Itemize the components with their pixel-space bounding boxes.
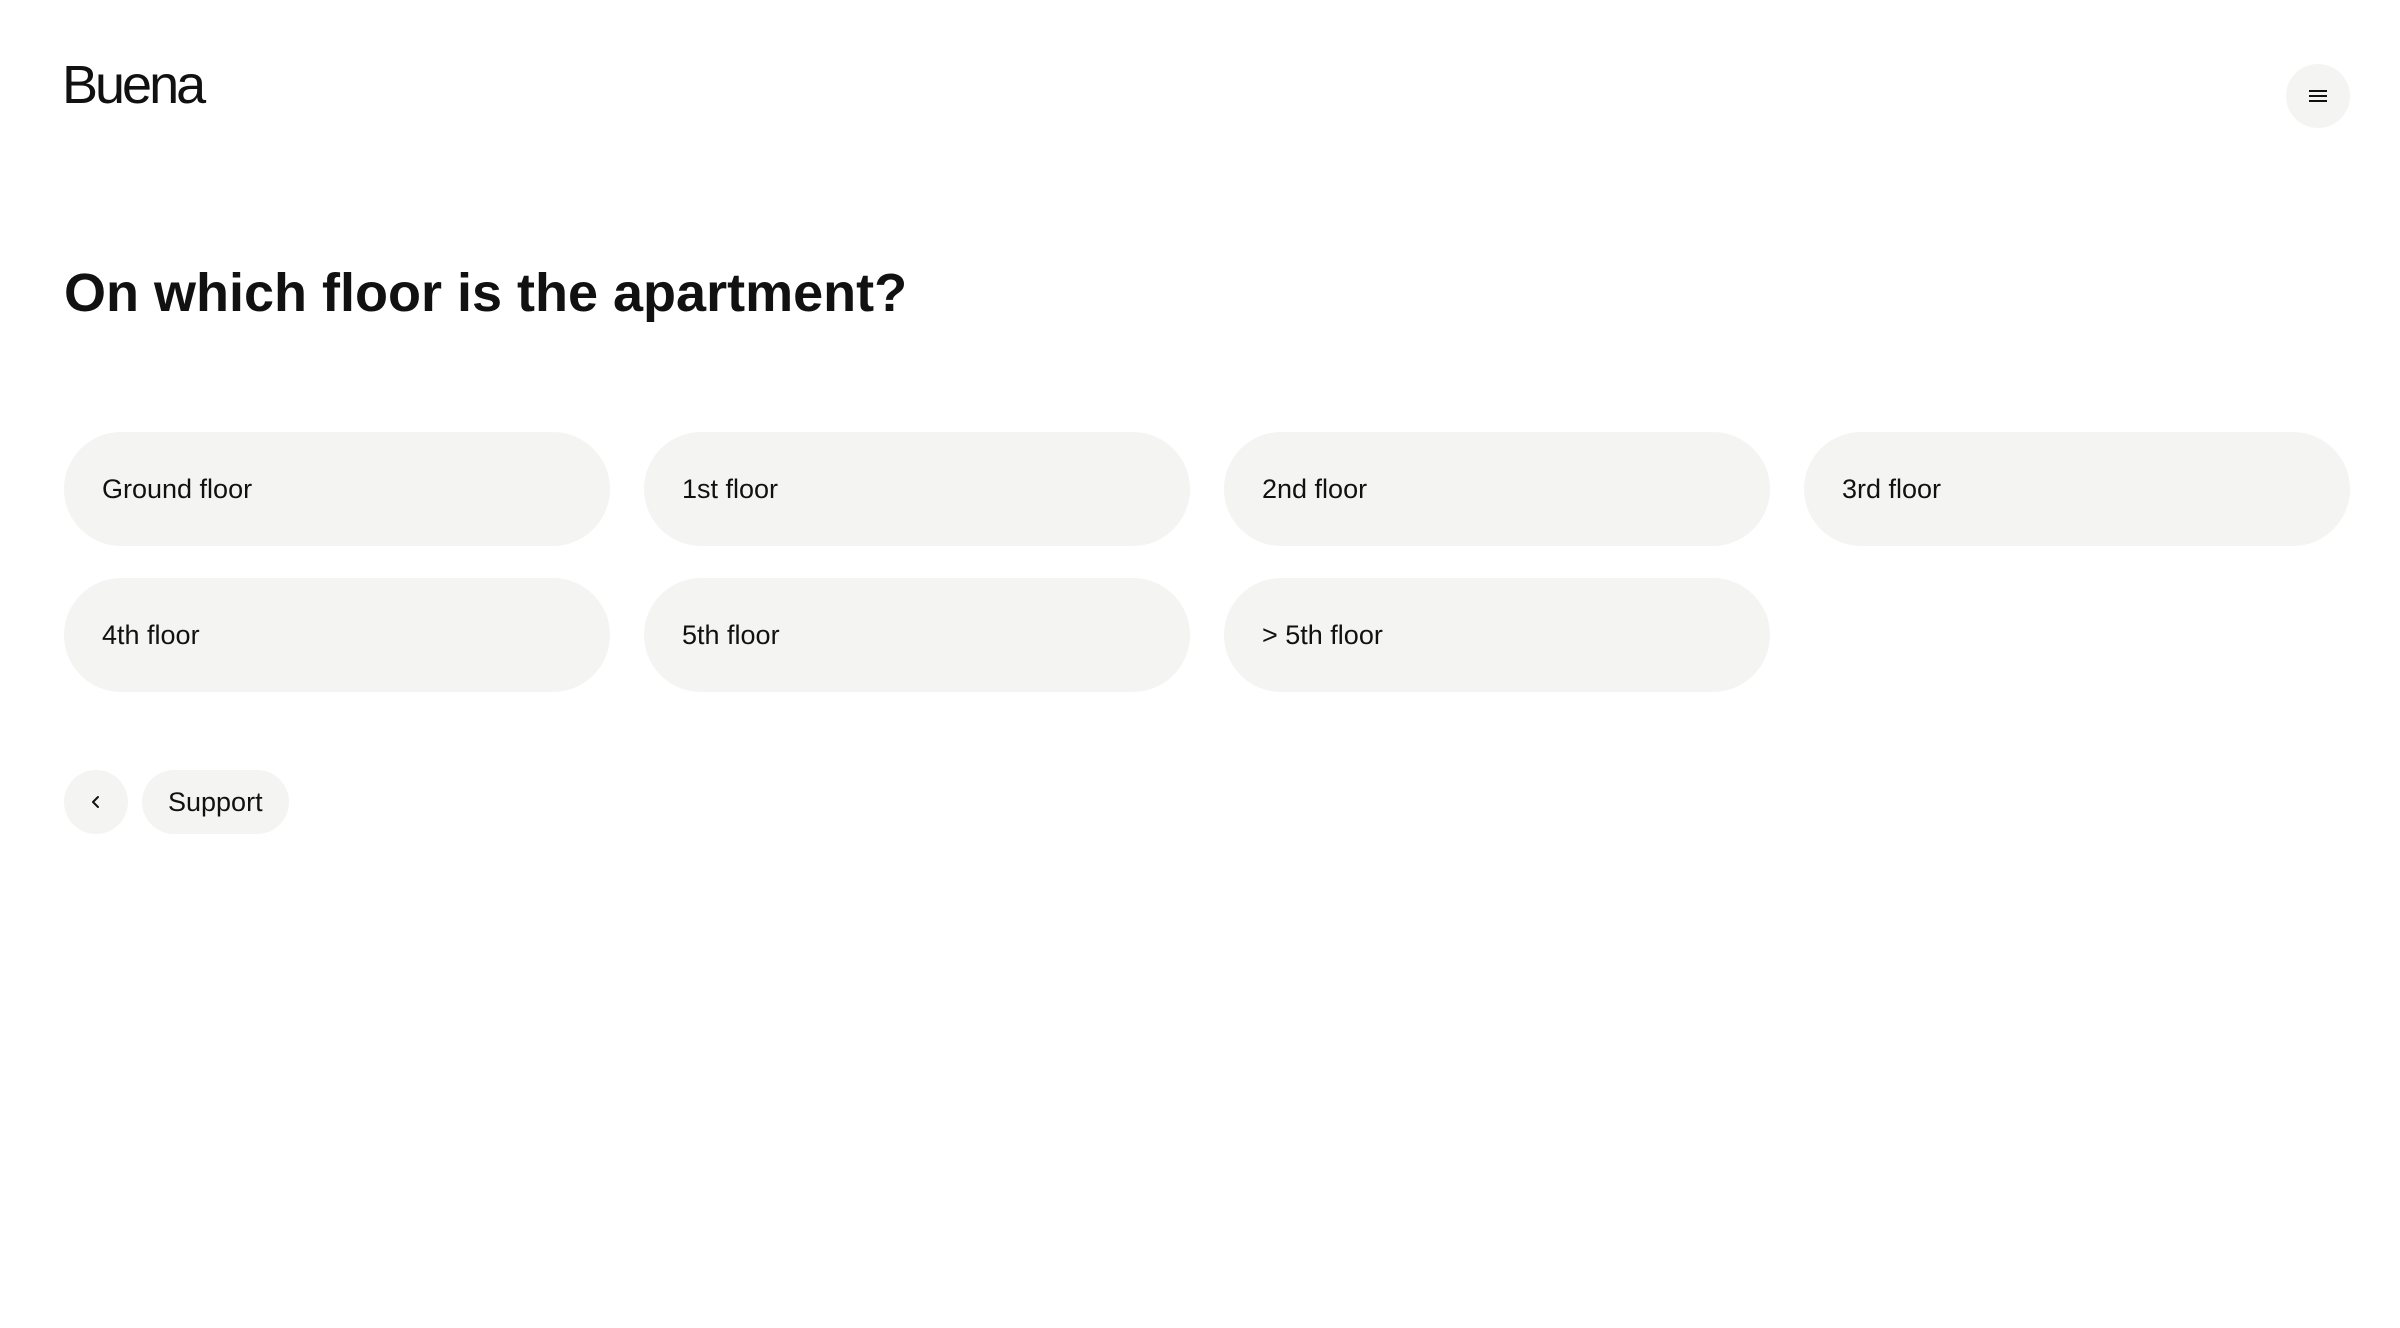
option-ground-floor[interactable]: Ground floor (64, 432, 610, 546)
option-label: 5th floor (682, 619, 780, 650)
floor-options: Ground floor 1st floor 2nd floor 3rd flo… (64, 432, 2350, 692)
option-5th-floor[interactable]: 5th floor (644, 578, 1190, 692)
option-3rd-floor[interactable]: 3rd floor (1804, 432, 2350, 546)
back-button[interactable] (64, 770, 128, 834)
option-above-5th-floor[interactable]: > 5th floor (1224, 578, 1770, 692)
option-label: 1st floor (682, 473, 779, 504)
header: Buena (0, 0, 2400, 180)
footer-nav: Support (64, 770, 289, 834)
menu-button[interactable] (2286, 64, 2350, 128)
logo[interactable]: Buena (62, 58, 206, 112)
option-1st-floor[interactable]: 1st floor (644, 432, 1190, 546)
hamburger-menu-icon (2306, 84, 2330, 108)
option-label: 4th floor (102, 619, 200, 650)
option-4th-floor[interactable]: 4th floor (64, 578, 610, 692)
option-label: Ground floor (102, 473, 253, 504)
option-label: 3rd floor (1842, 473, 1942, 504)
page-title: On which floor is the apartment? (64, 263, 908, 323)
support-button[interactable]: Support (142, 770, 289, 834)
option-label: > 5th floor (1262, 619, 1383, 650)
option-2nd-floor[interactable]: 2nd floor (1224, 432, 1770, 546)
chevron-left-icon (86, 792, 106, 812)
option-label: 2nd floor (1262, 473, 1368, 504)
